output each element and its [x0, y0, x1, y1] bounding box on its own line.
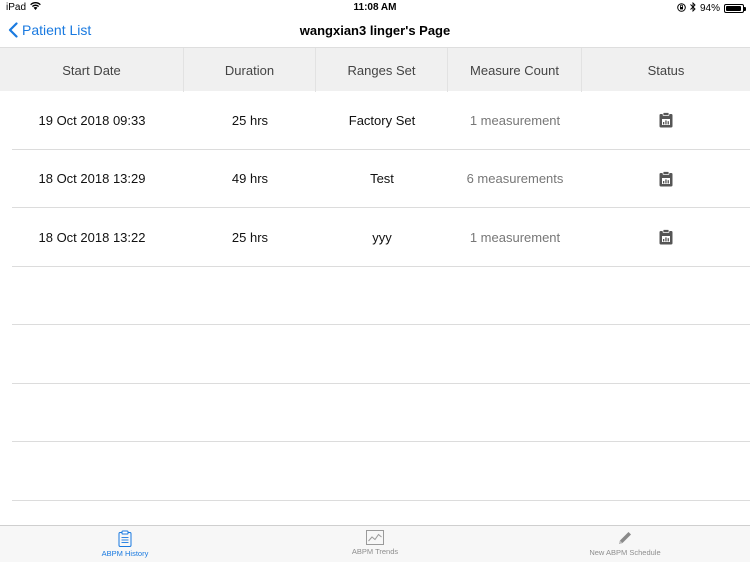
clipboard-icon [659, 170, 673, 187]
table-body: 19 Oct 2018 09:33 25 hrs Factory Set 1 m… [0, 91, 750, 501]
cell-measure-count: 1 measurement [469, 229, 561, 245]
status-bar: iPad 11:08 AM 94% [0, 0, 750, 16]
table-header: Start Date Duration Ranges Set Measure C… [0, 47, 750, 92]
empty-row [0, 325, 750, 384]
cell-status[interactable] [582, 208, 750, 267]
column-header-start-date[interactable]: Start Date [0, 48, 184, 92]
tab-label: ABPM Trends [351, 547, 399, 556]
navigation-bar: Patient List wangxian3 linger's Page [0, 16, 750, 46]
tab-bar: ABPM History ABPM Trends New ABPM Schedu… [0, 525, 750, 562]
empty-row [0, 384, 750, 443]
cell-duration: 49 hrs [231, 171, 269, 187]
clipboard-icon [659, 229, 673, 245]
battery-icon [724, 4, 746, 13]
cell-ranges-set: yyy [372, 229, 392, 245]
cell-measure-count: 1 measurement [469, 112, 561, 128]
column-header-ranges-set[interactable]: Ranges Set [316, 48, 448, 92]
tab-new-abpm-schedule[interactable]: New ABPM Schedule [500, 526, 750, 562]
cell-duration: 25 hrs [231, 112, 269, 128]
cell-measure-count: 6 measurements [466, 171, 564, 187]
page-title: wangxian3 linger's Page [299, 23, 451, 38]
orientation-lock-icon [677, 2, 686, 15]
cell-ranges-set: Test [370, 171, 394, 187]
cell-duration: 25 hrs [231, 229, 269, 245]
tab-abpm-history[interactable]: ABPM History [0, 526, 250, 562]
battery-fill [726, 6, 742, 11]
cell-start-date: 18 Oct 2018 13:22 [38, 229, 146, 245]
bluetooth-icon [690, 1, 696, 15]
table-row[interactable]: 18 Oct 2018 13:29 49 hrs Test 6 measurem… [0, 150, 750, 209]
status-right: 94% [677, 1, 746, 15]
tab-label: ABPM History [101, 549, 149, 558]
column-header-status[interactable]: Status [582, 48, 750, 92]
table-row[interactable]: 18 Oct 2018 13:22 25 hrs yyy 1 measureme… [0, 208, 750, 267]
chart-icon [366, 530, 384, 545]
clipboard-icon [659, 112, 673, 128]
column-header-duration[interactable]: Duration [184, 48, 316, 92]
status-time: 11:08 AM [353, 2, 397, 13]
empty-row [0, 267, 750, 326]
pencil-icon [619, 532, 631, 544]
column-header-measure-count[interactable]: Measure Count [448, 48, 582, 92]
empty-row [0, 442, 750, 501]
cell-start-date: 19 Oct 2018 09:33 [38, 112, 146, 128]
cell-status[interactable] [582, 91, 750, 150]
tab-label: New ABPM Schedule [589, 548, 661, 557]
clipboard-icon [118, 530, 132, 547]
table-row[interactable]: 19 Oct 2018 09:33 25 hrs Factory Set 1 m… [0, 91, 750, 150]
cell-ranges-set: Factory Set [348, 112, 416, 128]
tab-abpm-trends[interactable]: ABPM Trends [250, 526, 500, 562]
cell-start-date: 18 Oct 2018 13:29 [38, 171, 146, 187]
cell-status[interactable] [582, 150, 750, 209]
battery-percent: 94% [699, 3, 720, 14]
